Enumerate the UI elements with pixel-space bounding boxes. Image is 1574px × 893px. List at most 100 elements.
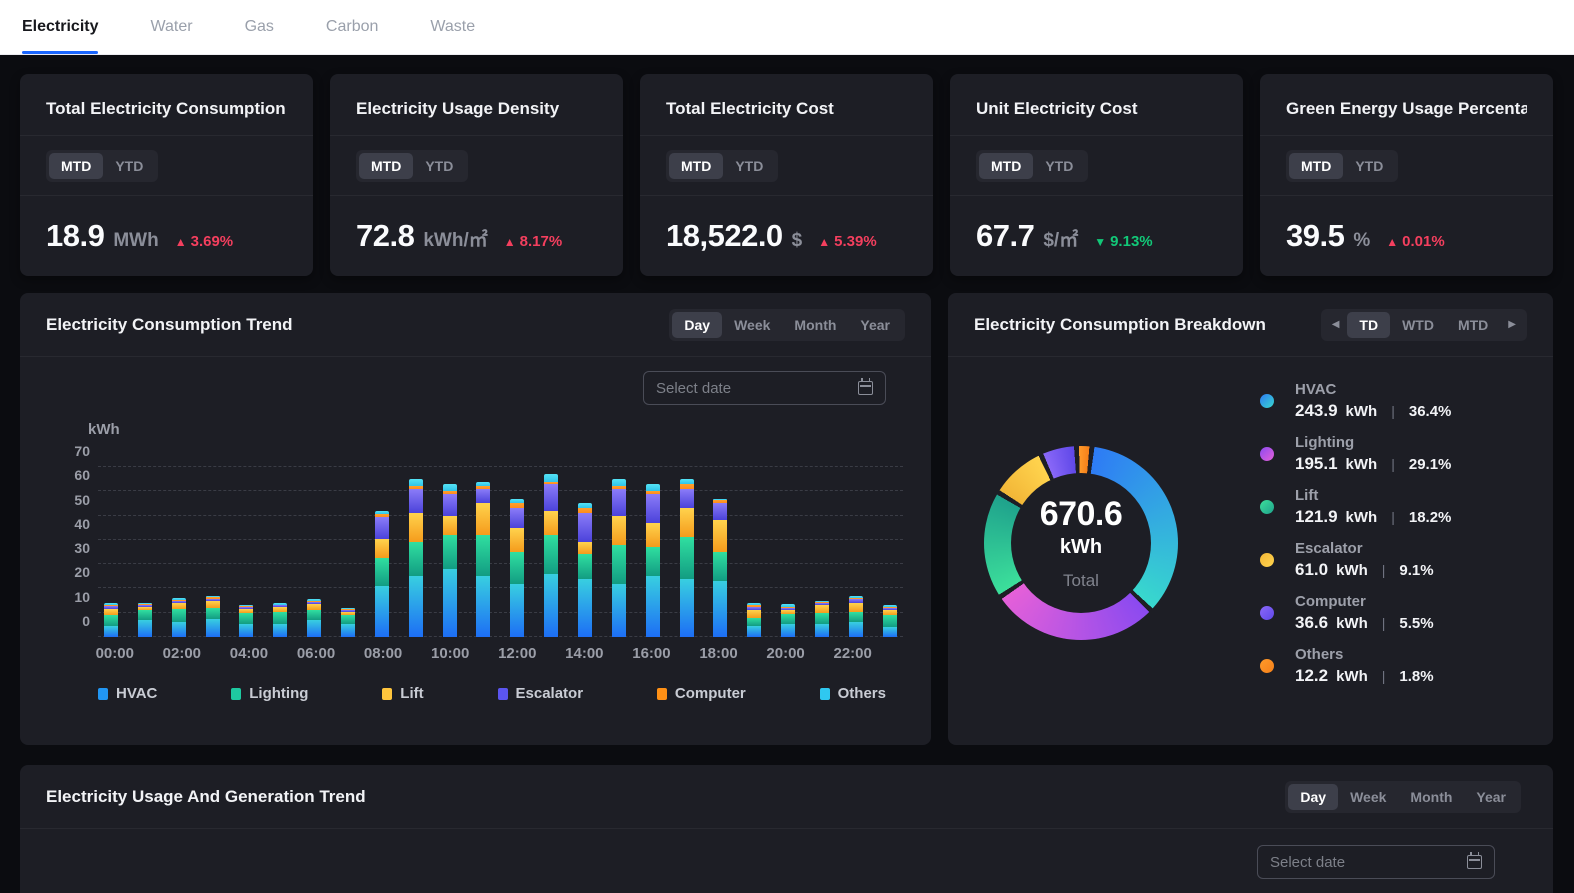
kpi-delta: ▲0.01% (1386, 233, 1444, 250)
bar-12:00[interactable] (510, 467, 524, 637)
breakdown-row-hvac[interactable]: HVAC 243.9kWh|36.4% (1260, 381, 1451, 421)
range-td[interactable]: TD (1347, 312, 1390, 338)
legend-item-lighting[interactable]: Lighting (231, 685, 308, 702)
bar-03:00[interactable] (206, 467, 220, 637)
bar-09:00[interactable] (409, 467, 423, 637)
mtd-ytd-toggle: MTD YTD (1286, 150, 1398, 182)
bar-04:00[interactable] (239, 467, 253, 637)
trend-date-picker[interactable]: Select date (643, 371, 886, 405)
ytd-option[interactable]: YTD (1343, 153, 1395, 179)
bottom-panel-title: Electricity Usage And Generation Trend (46, 787, 366, 807)
range-day[interactable]: Day (1288, 784, 1338, 810)
range-month[interactable]: Month (782, 312, 848, 338)
ytd-option[interactable]: YTD (723, 153, 775, 179)
y-tick-label: 20 (54, 564, 90, 580)
bar-22:00[interactable] (849, 467, 863, 637)
bar-10:00[interactable] (443, 467, 457, 637)
lighting-segment (104, 615, 118, 626)
escalator-segment (713, 503, 727, 520)
lift-segment (747, 610, 761, 617)
bar-11:00[interactable] (476, 467, 490, 637)
lift-segment (815, 605, 829, 612)
hvac-segment (747, 626, 761, 637)
bar-00:00[interactable] (104, 467, 118, 637)
range-year[interactable]: Year (1464, 784, 1518, 810)
kpi-unit: MWh (113, 230, 158, 252)
bar-05:00[interactable] (273, 467, 287, 637)
hvac-segment (409, 576, 423, 637)
breakdown-row-lift[interactable]: Lift 121.9kWh|18.2% (1260, 487, 1451, 527)
ytd-option[interactable]: YTD (103, 153, 155, 179)
escalator-segment (443, 494, 457, 516)
breakdown-row-escalator[interactable]: Escalator 61.0kWh|9.1% (1260, 540, 1451, 580)
hvac-segment (476, 576, 490, 637)
ytd-option[interactable]: YTD (1033, 153, 1085, 179)
bar-23:00[interactable] (883, 467, 897, 637)
mtd-option[interactable]: MTD (1289, 153, 1343, 179)
range-month[interactable]: Month (1398, 784, 1464, 810)
prev-arrow-icon[interactable]: ◀ (1324, 312, 1348, 338)
x-tick-label: 04:00 (230, 645, 268, 662)
x-tick-label: 10:00 (431, 645, 469, 662)
lift-segment (646, 523, 660, 547)
kpi-value: 72.8 (356, 218, 414, 254)
bar-07:00[interactable] (341, 467, 355, 637)
bar-15:00[interactable] (612, 467, 626, 637)
bar-18:00[interactable] (713, 467, 727, 637)
legend-item-lift[interactable]: Lift (382, 685, 423, 702)
mtd-ytd-toggle: MTD YTD (976, 150, 1088, 182)
kpi-card-green-energy: Green Energy Usage Percentage MTD YTD 39… (1260, 74, 1553, 276)
ytd-option[interactable]: YTD (413, 153, 465, 179)
bar-06:00[interactable] (307, 467, 321, 637)
range-week[interactable]: Week (1338, 784, 1398, 810)
bar-08:00[interactable] (375, 467, 389, 637)
bar-16:00[interactable] (646, 467, 660, 637)
tab-gas[interactable]: Gas (245, 0, 274, 54)
range-week[interactable]: Week (722, 312, 782, 338)
range-day[interactable]: Day (672, 312, 722, 338)
bar-19:00[interactable] (747, 467, 761, 637)
tab-electricity[interactable]: Electricity (22, 0, 98, 54)
mtd-option[interactable]: MTD (979, 153, 1033, 179)
breakdown-row-lighting[interactable]: Lighting 195.1kWh|29.1% (1260, 434, 1451, 474)
bar-17:00[interactable] (680, 467, 694, 637)
kpi-value: 18.9 (46, 218, 104, 254)
tab-water[interactable]: Water (150, 0, 192, 54)
range-year[interactable]: Year (848, 312, 902, 338)
computer-dot-icon (1260, 606, 1274, 620)
lighting-segment (781, 614, 795, 624)
bar-01:00[interactable] (138, 467, 152, 637)
range-mtd[interactable]: MTD (1446, 312, 1500, 338)
bar-21:00[interactable] (815, 467, 829, 637)
hvac-segment (849, 622, 863, 637)
lighting-segment (883, 615, 897, 627)
bottom-range-toggle: Day Week Month Year (1285, 781, 1521, 813)
bottom-date-picker[interactable]: Select date (1257, 845, 1495, 879)
breakdown-row-others[interactable]: Others 12.2kWh|1.8% (1260, 646, 1451, 686)
legend-item-others[interactable]: Others (820, 685, 886, 702)
lift-swatch-icon (382, 688, 392, 700)
donut-total-unit: kWh (1060, 536, 1102, 559)
hvac-segment (578, 579, 592, 637)
bar-02:00[interactable] (172, 467, 186, 637)
tab-waste[interactable]: Waste (430, 0, 475, 54)
breakdown-row-computer[interactable]: Computer 36.6kWh|5.5% (1260, 593, 1451, 633)
legend-item-escalator[interactable]: Escalator (498, 685, 584, 702)
tab-carbon[interactable]: Carbon (326, 0, 378, 54)
bar-20:00[interactable] (781, 467, 795, 637)
next-arrow-icon[interactable]: ▶ (1500, 312, 1524, 338)
computer-swatch-icon (657, 688, 667, 700)
mtd-option[interactable]: MTD (49, 153, 103, 179)
bar-14:00[interactable] (578, 467, 592, 637)
breakdown-legend: HVAC 243.9kWh|36.4% Lighting 195.1kWh|29… (1260, 381, 1451, 699)
legend-item-hvac[interactable]: HVAC (98, 685, 157, 702)
escalator-swatch-icon (498, 688, 508, 700)
legend-item-computer[interactable]: Computer (657, 685, 746, 702)
escalator-segment (409, 489, 423, 513)
mtd-option[interactable]: MTD (359, 153, 413, 179)
range-wtd[interactable]: WTD (1390, 312, 1446, 338)
top-nav: Electricity Water Gas Carbon Waste (0, 0, 1574, 55)
mtd-option[interactable]: MTD (669, 153, 723, 179)
lighting-segment (273, 612, 287, 624)
bar-13:00[interactable] (544, 467, 558, 637)
